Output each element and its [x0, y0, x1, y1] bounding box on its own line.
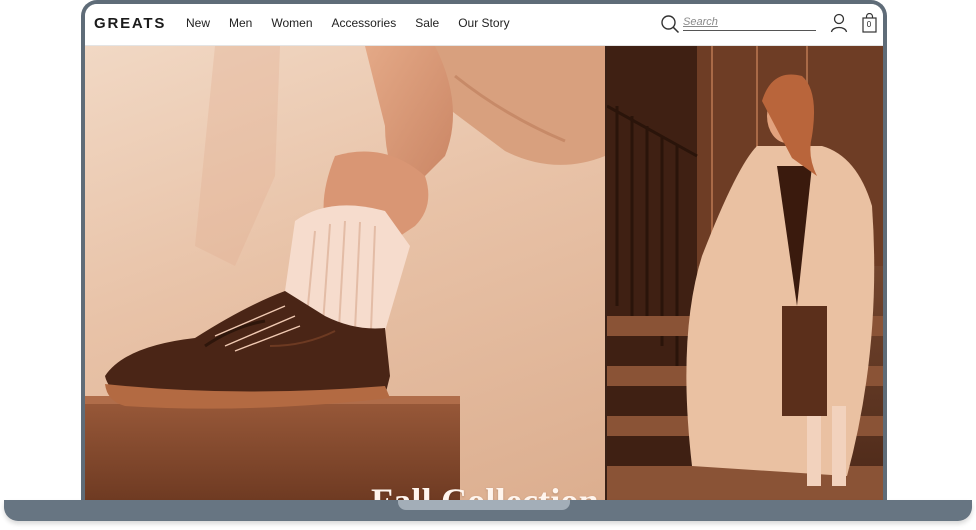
nav-item-men[interactable]: Men — [229, 16, 252, 30]
nav-item-sale[interactable]: Sale — [415, 16, 439, 30]
hero-headline: Fall Collection — [371, 481, 599, 502]
nav-item-accessories[interactable]: Accessories — [332, 16, 397, 30]
site-header: GREATS New Men Women Accessories Sale Ou… — [85, 4, 883, 46]
user-icon[interactable] — [830, 13, 848, 33]
hero-image-sneaker[interactable] — [85, 46, 605, 502]
laptop-notch — [398, 500, 570, 510]
search-input[interactable] — [683, 14, 816, 31]
browser-screen: GREATS New Men Women Accessories Sale Ou… — [85, 4, 883, 502]
model-scene-illustration — [607, 46, 883, 502]
cart-button[interactable]: 0 — [862, 13, 878, 33]
cart-count: 0 — [866, 20, 872, 29]
search-icon[interactable] — [660, 14, 680, 34]
nav-item-our-story[interactable]: Our Story — [458, 16, 509, 30]
brand-logo[interactable]: GREATS — [94, 15, 166, 32]
nav-item-women[interactable]: Women — [271, 16, 312, 30]
sneaker-scene-illustration — [85, 46, 605, 502]
hero-image-model[interactable] — [607, 46, 883, 502]
main-nav: New Men Women Accessories Sale Our Story — [186, 16, 529, 30]
nav-item-new[interactable]: New — [186, 16, 210, 30]
